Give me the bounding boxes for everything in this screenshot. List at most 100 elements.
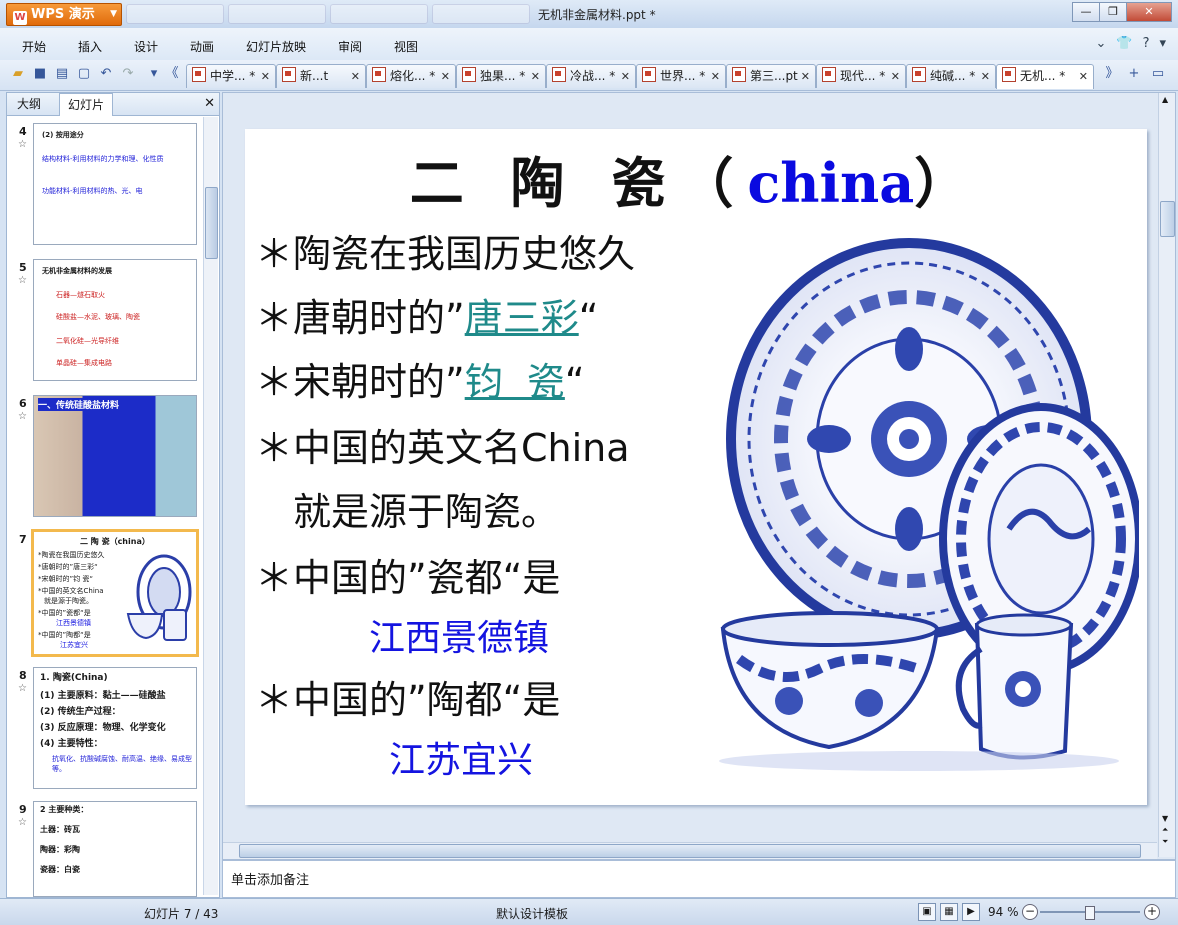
close-tab-icon[interactable]: ✕ — [261, 65, 270, 88]
doc-tab[interactable]: 熔化... * ✕ — [366, 64, 456, 88]
slide-counter: 幻灯片 7 / 43 — [144, 907, 219, 921]
close-tab-icon[interactable]: ✕ — [441, 65, 450, 88]
ppt-file-icon — [732, 67, 746, 82]
doc-tab[interactable]: 世界... * ✕ — [636, 64, 726, 88]
animation-star-icon: ☆ — [18, 683, 27, 694]
bullet-item[interactable]: ＊宋朝时的”钧 瓷“ — [255, 351, 585, 406]
scrollbar-thumb[interactable] — [1160, 201, 1175, 237]
menu-insert[interactable]: 插入 — [78, 38, 102, 55]
panel-scrollbar[interactable] — [203, 117, 218, 895]
menu-review[interactable]: 审阅 — [338, 38, 362, 55]
tab-outline[interactable]: 大纲 — [9, 93, 49, 115]
porcelain-image[interactable] — [719, 229, 1139, 773]
close-button[interactable]: ✕ — [1126, 2, 1172, 22]
scrollbar-thumb[interactable] — [205, 187, 218, 259]
ghost-tab — [228, 4, 326, 24]
tab-scroll-right-icon[interactable]: 》 — [1104, 66, 1120, 82]
editor-horizontal-scrollbar[interactable] — [223, 842, 1157, 859]
close-icon[interactable]: ✕ — [204, 96, 215, 111]
zoom-out-icon[interactable]: − — [1022, 904, 1038, 920]
tab-scroll-left-icon[interactable]: 《 — [164, 66, 180, 82]
maximize-button[interactable]: ❐ — [1099, 2, 1127, 22]
collapse-ribbon-icon[interactable]: ⌄ — [1095, 36, 1106, 51]
ppt-file-icon — [822, 67, 836, 82]
bullet-item[interactable]: ＊中国的”陶都“是 — [255, 669, 560, 724]
doc-tab[interactable]: 第三...pt ✕ — [726, 64, 816, 88]
bullet-item[interactable]: ＊唐朝时的”唐三彩“ — [255, 287, 598, 342]
slides-panel: 大纲 幻灯片 ✕ 4 ☆ (2) 按用途分 结构材料-利用材料的力学和理、化性质… — [6, 92, 220, 898]
slide-sorter-icon[interactable]: ▦ — [940, 903, 958, 921]
skin-icon[interactable]: 👕 — [1116, 36, 1132, 51]
redo-icon[interactable]: ↷ — [120, 66, 136, 82]
ppt-file-icon — [282, 67, 296, 82]
bullet-item[interactable]: ＊中国的”瓷都“是 — [255, 547, 560, 602]
menu-home[interactable]: 开始 — [22, 38, 46, 55]
editor-vertical-scrollbar[interactable]: ▲ ▼ ⏶ ⏷ — [1158, 93, 1175, 857]
bullet-item[interactable]: ＊中国的英文名China — [255, 417, 630, 472]
open-folder-icon[interactable]: ▰ — [10, 66, 26, 82]
ppt-file-icon — [912, 67, 926, 82]
scrollbar-thumb[interactable] — [239, 844, 1141, 858]
slide-number: 9 — [19, 803, 27, 816]
menu-design[interactable]: 设计 — [134, 38, 158, 55]
bullet-item[interactable]: ＊陶瓷在我国历史悠久 — [255, 223, 635, 278]
print-preview-icon[interactable]: ▢ — [76, 66, 92, 82]
close-tab-icon[interactable]: ✕ — [711, 65, 720, 88]
prev-slide-icon[interactable]: ⏶ — [1162, 825, 1168, 835]
doc-tab[interactable]: 新...t ✕ — [276, 64, 366, 88]
slide-thumbnail[interactable]: 1. 陶瓷(China) (1) 主要原料：黏土——硅酸盐 (2) 传统生产过程… — [33, 667, 197, 789]
slide-title[interactable]: 二 陶 瓷（china） — [245, 139, 1147, 218]
normal-view-icon[interactable]: ▣ — [918, 903, 936, 921]
place-jingdezhen[interactable]: 江西景德镇 — [369, 609, 549, 661]
close-tab-icon[interactable]: ✕ — [981, 65, 990, 88]
close-tab-icon[interactable]: ✕ — [621, 65, 630, 88]
close-tab-icon[interactable]: ✕ — [531, 65, 540, 88]
slide-thumbnail[interactable]: 一、传统硅酸盐材料 — [33, 395, 197, 517]
slide-thumbnail[interactable]: 2 主要种类： 土器：砖瓦 陶器：彩陶 瓷器：白瓷 — [33, 801, 197, 897]
menu-view[interactable]: 视图 — [394, 38, 418, 55]
doc-tab[interactable]: 冷战... * ✕ — [546, 64, 636, 88]
customize-icon[interactable]: ▾ — [146, 66, 162, 82]
hyperlink-jun-ci[interactable]: 钧 瓷 — [465, 360, 565, 404]
doc-tab[interactable]: 独果... * ✕ — [456, 64, 546, 88]
slide-thumbnail[interactable]: 无机非金属材料的发展 石器—燧石取火 硅酸盐—水泥、玻璃、陶瓷 二氧化硅—光导纤… — [33, 259, 197, 381]
print-icon[interactable]: ▤ — [54, 66, 70, 82]
menu-animation[interactable]: 动画 — [190, 38, 214, 55]
doc-tab-active[interactable]: 无机... * ✕ — [996, 64, 1094, 89]
tab-slides[interactable]: 幻灯片 — [59, 93, 114, 116]
slide-canvas[interactable]: 二 陶 瓷（china） ＊陶瓷在我国历史悠久 ＊唐朝时的”唐三彩“ ＊宋朝时的… — [245, 129, 1147, 805]
minimize-button[interactable]: — — [1072, 2, 1100, 22]
app-menu-button[interactable]: W WPS 演示 ▼ — [6, 3, 122, 26]
doc-tab[interactable]: 中学... * ✕ — [186, 64, 276, 88]
doc-tab[interactable]: 现代... * ✕ — [816, 64, 906, 88]
place-yixing[interactable]: 江苏宜兴 — [389, 731, 533, 783]
new-tab-icon[interactable]: + — [1126, 66, 1142, 82]
close-tab-icon[interactable]: ✕ — [891, 65, 900, 88]
close-tab-icon[interactable]: ✕ — [351, 65, 360, 88]
scroll-up-icon[interactable]: ▲ — [1162, 95, 1168, 104]
notes-placeholder: 单击添加备注 — [231, 873, 310, 888]
undo-icon[interactable]: ↶ — [98, 66, 114, 82]
zoom-level: 94 % — [988, 905, 1019, 919]
scroll-down-icon[interactable]: ▼ — [1162, 814, 1168, 823]
slide-thumbnail[interactable]: (2) 按用途分 结构材料-利用材料的力学和理、化性质 功能材料-利用材料的热、… — [33, 123, 197, 245]
slide-thumbnail-selected[interactable]: 二 陶 瓷（china） *陶瓷在我国历史悠久 *唐朝时的”唐三彩“ *宋朝时的… — [31, 529, 199, 657]
next-slide-icon[interactable]: ⏷ — [1162, 837, 1168, 847]
chevron-down-icon[interactable]: ▾ — [1159, 36, 1166, 51]
zoom-slider-handle[interactable] — [1085, 906, 1095, 920]
doc-tab[interactable]: 纯碱... * ✕ — [906, 64, 996, 88]
tab-list-icon[interactable]: ▭ — [1150, 66, 1166, 82]
notes-pane[interactable]: 单击添加备注 — [222, 860, 1176, 898]
save-icon[interactable]: ■ — [32, 66, 48, 82]
animation-star-icon: ☆ — [18, 139, 27, 150]
help-icon[interactable]: ? — [1143, 36, 1150, 51]
menu-slideshow[interactable]: 幻灯片放映 — [246, 38, 306, 55]
animation-star-icon: ☆ — [18, 411, 27, 422]
close-tab-icon[interactable]: ✕ — [801, 65, 810, 88]
zoom-in-icon[interactable]: + — [1144, 904, 1160, 920]
slideshow-view-icon[interactable]: ▶ — [962, 903, 980, 921]
close-tab-icon[interactable]: ✕ — [1079, 65, 1088, 88]
ghost-tab — [126, 4, 224, 24]
bullet-item[interactable]: 就是源于陶瓷。 — [255, 481, 559, 536]
hyperlink-tang-sancai[interactable]: 唐三彩 — [465, 296, 579, 340]
